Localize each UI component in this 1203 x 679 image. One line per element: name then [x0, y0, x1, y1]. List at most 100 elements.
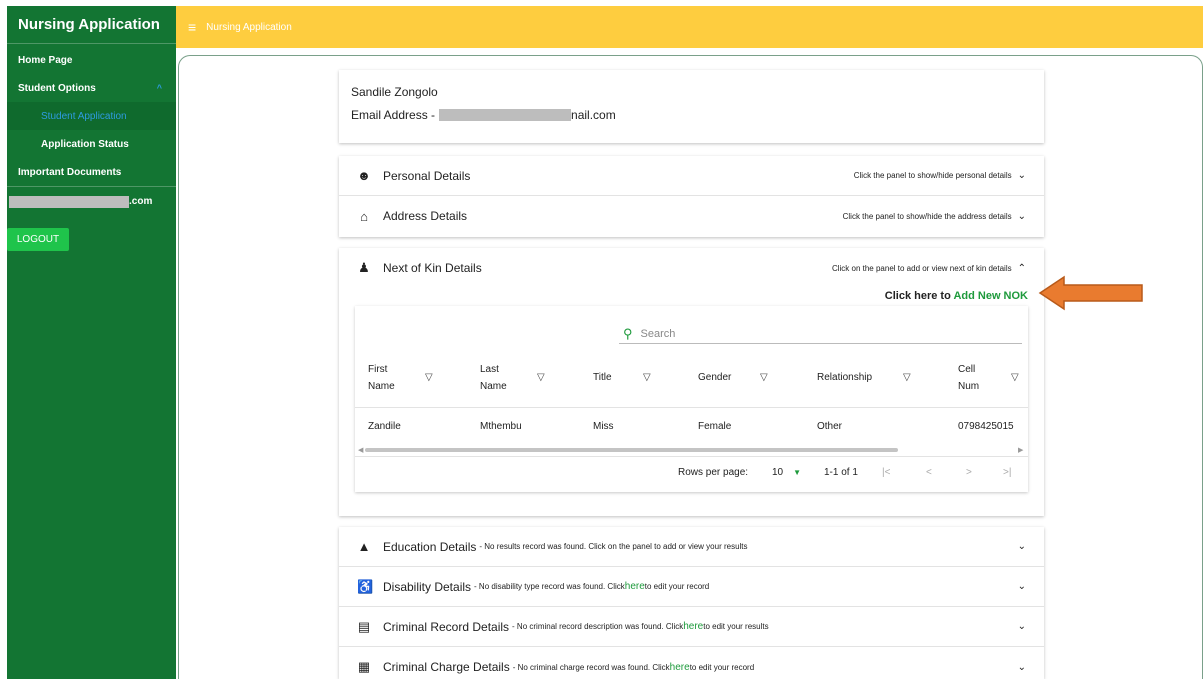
- sidebar-item-student-application[interactable]: Student Application: [7, 102, 176, 130]
- topbar-title: Nursing Application: [206, 21, 292, 33]
- sidebar-item-label: Home Page: [18, 54, 73, 66]
- cell-title: Miss: [593, 421, 614, 432]
- column-header-relationship[interactable]: Relationship: [817, 369, 872, 386]
- panel-note-tail: to edit your results: [703, 622, 769, 631]
- email-suffix: nail.com: [571, 108, 616, 122]
- column-header-title[interactable]: Title: [593, 369, 612, 386]
- first-page-icon[interactable]: |<: [882, 467, 890, 478]
- sidebar-item-application-status[interactable]: Application Status: [7, 130, 176, 158]
- panel-title: Education Details: [383, 539, 477, 554]
- panel-note: - No results record was found. Click on …: [479, 542, 748, 551]
- next-page-icon[interactable]: >: [966, 467, 972, 478]
- address-details-panel[interactable]: ⌂ Address Details Click the panel to sho…: [339, 196, 1044, 236]
- panel-hint: Click the panel to show/hide the address…: [842, 211, 1012, 221]
- personal-details-panel[interactable]: ☻ Personal Details Click the panel to sh…: [339, 156, 1044, 196]
- header-line: Cell: [958, 364, 976, 375]
- search-input[interactable]: ⚲ Search: [619, 324, 1022, 344]
- filter-icon[interactable]: ▽: [425, 372, 433, 383]
- header-line: First: [368, 364, 388, 375]
- column-header-cell-num[interactable]: Cell Num: [958, 361, 979, 395]
- chevron-down-icon: ⌄: [1017, 170, 1026, 181]
- last-page-icon[interactable]: >|: [1003, 467, 1011, 478]
- panel-note-tail: to edit your record: [689, 662, 755, 672]
- sidebar-title: Nursing Application: [7, 6, 176, 44]
- column-header-gender[interactable]: Gender: [698, 369, 731, 386]
- next-of-kin-panel: ♟ Next of Kin Details Click on the panel…: [339, 248, 1044, 516]
- pagination-range: 1-1 of 1: [824, 467, 858, 478]
- redacted-block: [9, 195, 129, 208]
- sidebar-item-student-options[interactable]: Student Options ^: [7, 74, 176, 102]
- cell-cell-num: 0798425015: [958, 421, 1014, 432]
- cell-relationship: Other: [817, 421, 843, 432]
- home-icon: ⌂: [360, 208, 368, 224]
- chevron-down-icon: ⌄: [1017, 621, 1026, 632]
- logout-button[interactable]: LOGOUT: [7, 228, 69, 251]
- chevron-down-icon: ⌄: [1017, 581, 1026, 592]
- menu-icon[interactable]: ≡: [188, 19, 196, 35]
- column-header-last-name[interactable]: Last Name: [480, 361, 507, 395]
- panel-title: Criminal Record Details: [383, 619, 510, 634]
- panel-title: Criminal Charge Details: [383, 660, 510, 674]
- id-card-icon: ▦: [357, 659, 371, 674]
- chevron-up-icon: ^: [156, 83, 162, 93]
- details-panels: ☻ Personal Details Click the panel to sh…: [339, 156, 1044, 237]
- panel-note: - No disability type record was found. C…: [474, 582, 625, 591]
- disability-details-panel[interactable]: ♿ Disability Details - No disability typ…: [339, 567, 1044, 607]
- criminal-charge-details-panel[interactable]: ▦ Criminal Charge Details - No criminal …: [339, 647, 1044, 679]
- chevron-up-icon: ⌃: [1017, 262, 1026, 274]
- previous-page-icon[interactable]: <: [926, 467, 932, 478]
- edit-link[interactable]: here: [683, 621, 703, 632]
- app-root: Nursing Application Home Page Student Op…: [0, 0, 1203, 679]
- chevron-down-icon: ⌄: [1017, 210, 1026, 222]
- people-icon: ♟: [358, 260, 370, 275]
- horizontal-scrollbar[interactable]: [365, 448, 898, 452]
- header-line: Name: [480, 381, 507, 392]
- filter-icon[interactable]: ▽: [643, 372, 651, 383]
- panel-title: Personal Details: [383, 168, 471, 183]
- add-nok-prefix: Click here to: [884, 290, 954, 302]
- cell-last-name: Mthembu: [480, 421, 522, 432]
- nok-panel-header[interactable]: ♟ Next of Kin Details Click on the panel…: [339, 248, 1044, 288]
- edit-link[interactable]: here: [670, 662, 690, 673]
- annotation-arrow-icon: [1038, 275, 1143, 311]
- edit-link[interactable]: here: [625, 581, 645, 592]
- cell-gender: Female: [698, 421, 732, 432]
- panel-note-tail: to edit your record: [644, 582, 710, 591]
- add-new-nok-link[interactable]: Add New NOK: [953, 290, 1028, 302]
- column-header-first-name[interactable]: First Name: [368, 361, 395, 395]
- email-line: Email Address - nail.com: [351, 108, 1044, 122]
- criminal-record-details-panel[interactable]: ▤ Criminal Record Details - No criminal …: [339, 607, 1044, 647]
- sidebar: Nursing Application Home Page Student Op…: [7, 6, 176, 679]
- rows-per-page-select[interactable]: 10 ▼: [772, 467, 801, 478]
- rows-per-page-label: Rows per page:: [678, 467, 749, 478]
- rows-per-page-value: 10: [772, 467, 784, 478]
- email-label: Email Address -: [351, 108, 436, 122]
- search-placeholder: Search: [640, 327, 676, 340]
- footer-divider: [355, 456, 1028, 457]
- sidebar-item-label: Student Application: [41, 110, 127, 122]
- sidebar-item-important-documents[interactable]: Important Documents: [7, 158, 176, 186]
- education-details-panel[interactable]: ▲ Education Details - No results record …: [339, 527, 1044, 567]
- student-name: Sandile Zongolo: [351, 85, 438, 99]
- dropdown-arrow-icon: ▼: [793, 468, 802, 477]
- filter-icon[interactable]: ▽: [1011, 372, 1019, 383]
- graduation-cap-icon: ▲: [357, 539, 371, 554]
- filter-icon[interactable]: ▽: [760, 372, 768, 383]
- redacted-block: [439, 109, 572, 121]
- sidebar-item-home[interactable]: Home Page: [7, 46, 176, 74]
- chevron-down-icon: ⌄: [1017, 661, 1026, 673]
- nok-table: ⚲ Search First Name ▽ Last Name ▽ Title ▽ …: [355, 306, 1028, 492]
- additional-panels: ▲ Education Details - No results record …: [339, 527, 1044, 679]
- filter-icon[interactable]: ▽: [903, 372, 911, 383]
- header-divider: [355, 407, 1028, 408]
- scroll-right-icon[interactable]: ▶: [1018, 446, 1023, 454]
- add-nok-line: Click here to Add New NOK: [885, 290, 1028, 302]
- panel-hint: Click on the panel to add or view next o…: [831, 263, 1012, 273]
- panel-hint: Click the panel to show/hide personal de…: [853, 171, 1012, 180]
- chevron-down-icon: ⌄: [1017, 541, 1026, 552]
- scroll-left-icon[interactable]: ◀: [358, 446, 363, 454]
- top-bar: ≡ Nursing Application: [176, 6, 1203, 48]
- filter-icon[interactable]: ▽: [537, 372, 545, 383]
- user-email-suffix: .com: [129, 196, 153, 207]
- panel-note: - No criminal record description was fou…: [512, 622, 684, 631]
